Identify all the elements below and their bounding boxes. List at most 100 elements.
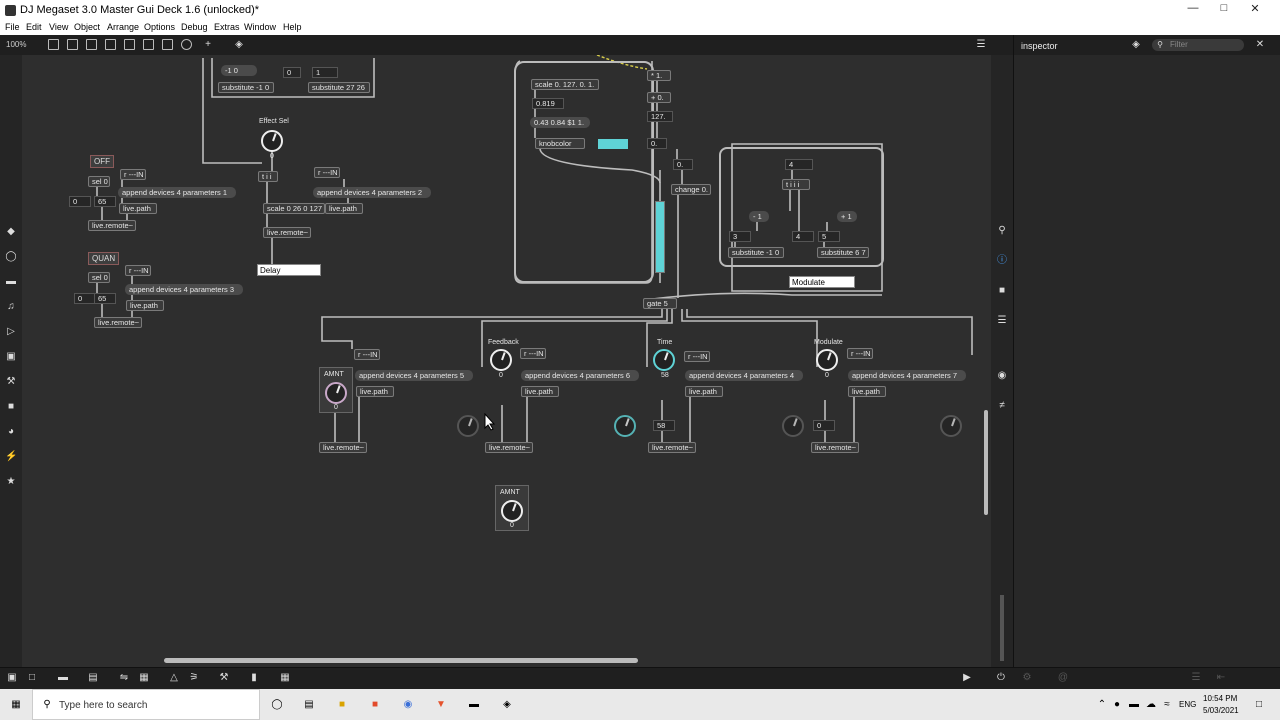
comment-icon[interactable]: ▬ xyxy=(57,672,69,684)
message-box[interactable]: append devices 4 parameters 2 xyxy=(313,187,431,198)
package-icon[interactable]: ■ xyxy=(5,401,17,413)
max-object[interactable]: substitute -1 0 xyxy=(218,82,274,93)
message-box[interactable]: + 1 xyxy=(837,211,857,222)
number-box[interactable]: 58 xyxy=(653,420,675,431)
max-object[interactable]: r ---IN xyxy=(354,349,380,360)
message-box[interactable]: append devices 4 parameters 6 xyxy=(521,370,639,381)
search-icon[interactable]: ⚲ xyxy=(996,225,1008,237)
number-box[interactable]: 0 xyxy=(69,196,91,207)
bolt-icon[interactable]: ⚡ xyxy=(5,451,17,463)
max-object[interactable]: substitute -1 0 xyxy=(728,247,784,258)
clock-date[interactable]: 5/03/2021 xyxy=(1203,706,1239,715)
sidebar-menu-icon[interactable]: ☰ xyxy=(975,39,987,51)
record-icon[interactable]: ◯ xyxy=(5,251,17,263)
tree-icon[interactable]: △ xyxy=(168,672,180,684)
windows-start-icon[interactable]: ▦ xyxy=(10,699,22,711)
time-icon[interactable]: ◕ xyxy=(5,426,17,438)
max-object[interactable]: sel 0 xyxy=(88,176,110,187)
bars-icon[interactable]: ▮ xyxy=(248,672,260,684)
task-view-icon[interactable]: ▤ xyxy=(303,699,315,711)
star-icon[interactable]: ★ xyxy=(5,476,17,488)
close-icon[interactable]: ✕ xyxy=(1240,2,1270,19)
max-object[interactable]: live.path xyxy=(119,203,157,214)
toggle-object-icon[interactable] xyxy=(124,39,135,50)
number-box[interactable]: 5 xyxy=(818,231,840,242)
language-indicator[interactable]: ENG xyxy=(1179,700,1196,709)
grid-icon[interactable]: ▦ xyxy=(138,672,150,684)
message-box[interactable]: append devices 4 parameters 7 xyxy=(848,370,966,381)
wrench-icon[interactable]: ⚒ xyxy=(218,672,230,684)
play-icon[interactable]: ▶ xyxy=(961,672,973,684)
knob[interactable] xyxy=(490,349,512,371)
max-object[interactable]: live.remote~ xyxy=(485,442,533,453)
vertical-scrollbar[interactable] xyxy=(984,410,988,515)
add-icon[interactable]: + xyxy=(202,39,214,51)
target-icon[interactable]: ◈ xyxy=(1130,39,1142,51)
max-object[interactable]: + 0. xyxy=(647,92,671,103)
number-box[interactable]: 0 xyxy=(283,67,301,78)
max-object[interactable]: substitute 27 26 xyxy=(308,82,370,93)
menu-file[interactable]: File xyxy=(5,22,20,32)
settings-icon[interactable]: ⚙ xyxy=(1021,672,1033,684)
amnt-knob[interactable] xyxy=(325,382,347,404)
debug-icon[interactable]: ⚞ xyxy=(188,672,200,684)
file-explorer-icon[interactable]: ■ xyxy=(336,699,348,711)
number-box[interactable]: 0 xyxy=(813,420,835,431)
max-object[interactable]: r ---IN xyxy=(125,265,151,276)
dial-feedback-ui[interactable] xyxy=(457,415,479,437)
max-object[interactable]: live.remote~ xyxy=(88,220,136,231)
chrome-icon[interactable]: ◉ xyxy=(402,699,414,711)
label-delay[interactable]: Delay xyxy=(257,264,321,276)
presentation-toggle-icon[interactable]: □ xyxy=(26,672,38,684)
level-slider[interactable] xyxy=(655,201,665,273)
microphone-icon[interactable]: ● xyxy=(1111,699,1123,711)
message-box[interactable]: append devices 4 parameters 4 xyxy=(685,370,803,381)
amnt-knob[interactable] xyxy=(501,500,523,522)
new-object-icon[interactable] xyxy=(67,39,78,50)
label-modulate[interactable]: Modulate xyxy=(789,276,855,288)
message-box[interactable]: append devices 4 parameters 5 xyxy=(355,370,473,381)
zoom-level[interactable]: 100% xyxy=(6,40,26,49)
cortana-icon[interactable]: ◯ xyxy=(271,699,283,711)
number-box[interactable]: 3 xyxy=(729,231,751,242)
amnt-panel[interactable]: AMNT 0 xyxy=(319,367,353,413)
power-icon[interactable]: ⏻ xyxy=(995,672,1007,684)
max-object[interactable]: * 1. xyxy=(647,70,671,81)
device-tray-icon[interactable]: ▬ xyxy=(1128,699,1140,711)
max-object[interactable]: live.path xyxy=(126,300,164,311)
minimize-icon[interactable]: — xyxy=(1178,2,1208,19)
max-object[interactable]: live.path xyxy=(325,203,363,214)
menu-edit[interactable]: Edit xyxy=(26,22,42,32)
message-icon[interactable] xyxy=(86,39,97,50)
dial-time-ui[interactable] xyxy=(614,415,636,437)
horizontal-scrollbar[interactable] xyxy=(164,658,638,663)
wifi-icon[interactable]: ≈ xyxy=(1161,699,1173,711)
maximize-icon[interactable]: □ xyxy=(1209,2,1239,19)
number-box[interactable]: 65 xyxy=(94,293,116,304)
max-object[interactable]: live.remote~ xyxy=(94,317,142,328)
menu-view[interactable]: View xyxy=(49,22,68,32)
max-object[interactable]: scale 0. 127. 0. 1. xyxy=(531,79,599,90)
menu-help[interactable]: Help xyxy=(283,22,302,32)
presentation-icon[interactable] xyxy=(48,39,59,50)
max-object[interactable]: live.remote~ xyxy=(811,442,859,453)
at-icon[interactable]: @ xyxy=(1057,672,1069,684)
paint-icon[interactable]: ◈ xyxy=(233,39,245,51)
number-box[interactable]: 127. xyxy=(647,111,673,122)
keyboard-icon[interactable]: ▦ xyxy=(279,672,291,684)
clock-time[interactable]: 10:54 PM xyxy=(1203,694,1237,703)
menu-options[interactable]: Options xyxy=(144,22,175,32)
max-object[interactable]: r ---IN xyxy=(120,169,146,180)
max-object[interactable]: live.path xyxy=(356,386,394,397)
dial-partial-ui[interactable] xyxy=(940,415,962,437)
message-box[interactable]: 0.43 0.84 $1 1. xyxy=(530,117,590,128)
lock-icon[interactable]: ▣ xyxy=(6,672,18,684)
max-object[interactable]: live.path xyxy=(848,386,886,397)
color-swatch[interactable] xyxy=(598,139,628,149)
menu-extras[interactable]: Extras xyxy=(214,22,240,32)
connect-icon[interactable]: ⇋ xyxy=(118,672,130,684)
message-box[interactable]: append devices 4 parameters 1 xyxy=(118,187,236,198)
max-object[interactable]: t i i xyxy=(258,171,278,182)
cloud-icon[interactable]: ☁ xyxy=(1145,699,1157,711)
max-object[interactable]: sel 0 xyxy=(88,272,110,283)
